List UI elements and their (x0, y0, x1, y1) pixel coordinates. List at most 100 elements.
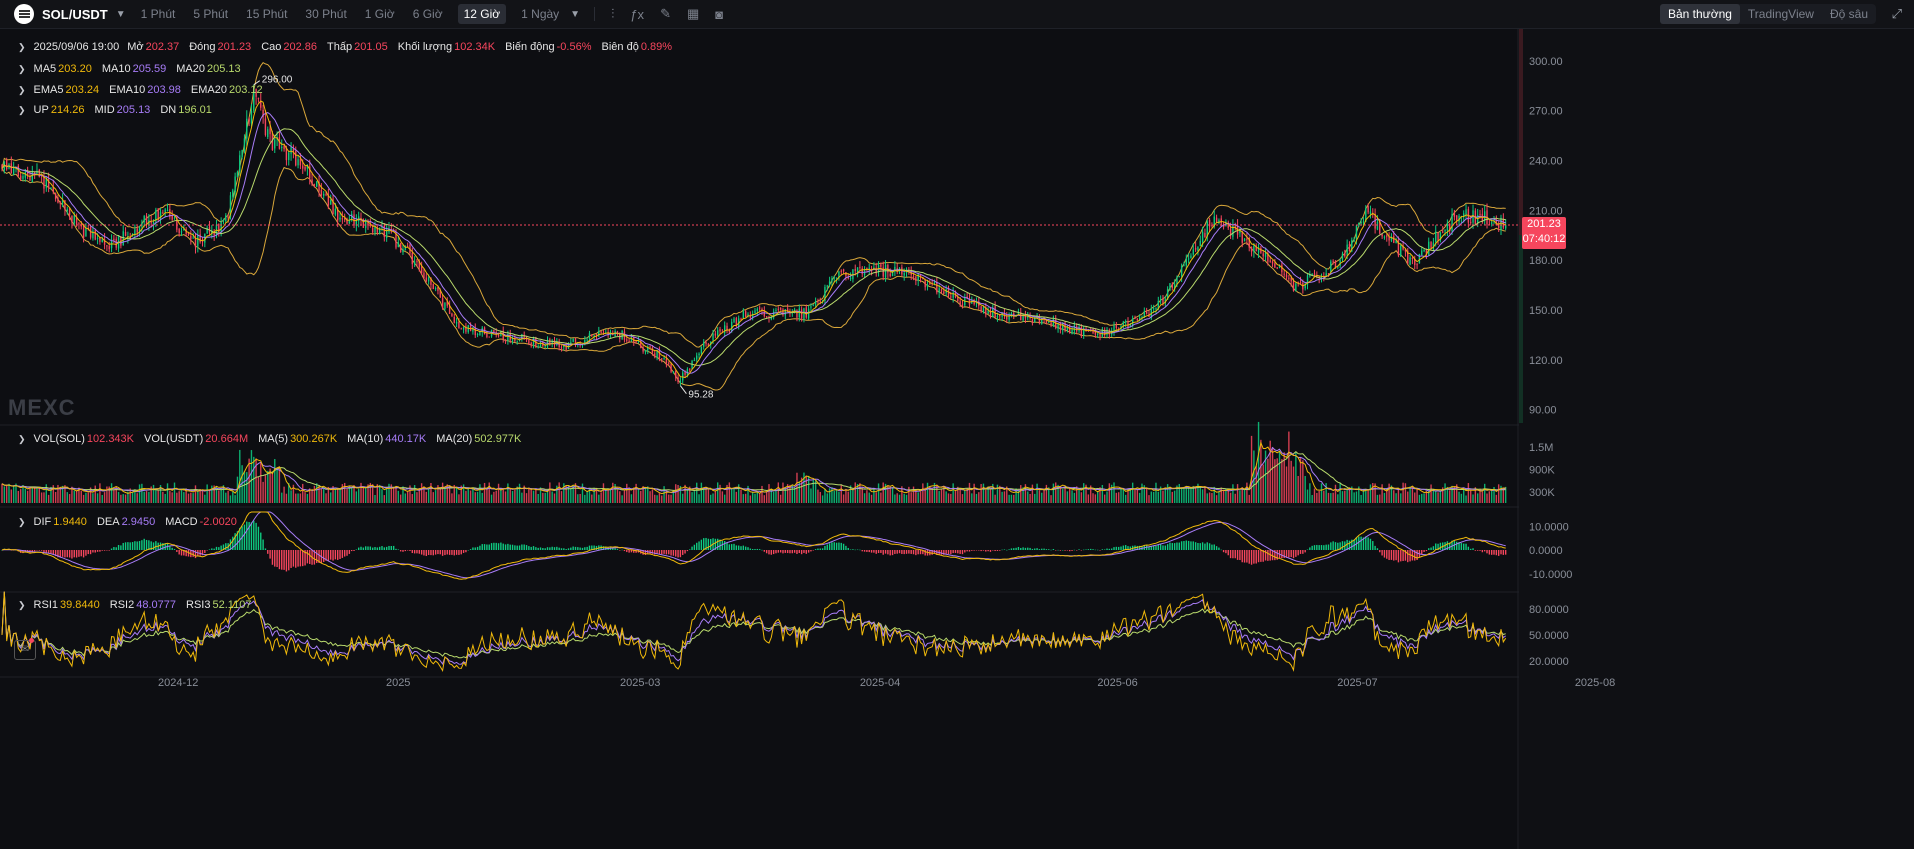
macd-histogram-bar (530, 546, 532, 550)
chat-icon[interactable]: ✉ (14, 640, 36, 660)
macd-histogram-bar (570, 547, 572, 550)
symbol-selector[interactable]: SOL/USDT (42, 7, 108, 22)
macd-histogram-bar (439, 550, 441, 555)
interval-1d[interactable]: 1 Ngày (518, 4, 562, 24)
interval-30m[interactable]: 30 Phút (302, 4, 349, 24)
volume-bar (749, 495, 752, 503)
chevron-down-icon[interactable]: ▼ (116, 9, 126, 20)
macd-histogram-bar (64, 550, 66, 558)
ema5-value: 203.24 (65, 84, 100, 96)
volume-bar (1141, 483, 1143, 503)
volume-bar (1059, 486, 1062, 503)
pencil-icon[interactable]: ✎ (660, 6, 671, 22)
chart-type-icon[interactable]: ⫶ (611, 6, 614, 22)
tab-tradingview[interactable]: TradingView (1740, 4, 1822, 24)
macd-histogram-bar (1325, 544, 1327, 550)
macd-histogram-bar (539, 547, 542, 550)
tab-basic[interactable]: Bản thường (1659, 4, 1740, 24)
volume-bar (793, 487, 796, 503)
interval-1m[interactable]: 1 Phút (138, 4, 179, 24)
volume-bar (1227, 489, 1229, 503)
macd-histogram-bar (1397, 550, 1400, 563)
macd-histogram-bar (793, 550, 796, 553)
volume-bar (381, 489, 383, 503)
interval-5m[interactable]: 5 Phút (190, 4, 231, 24)
candle-body (334, 208, 337, 215)
candle-body (1124, 321, 1127, 323)
interval-1h[interactable]: 1 Giờ (362, 4, 398, 24)
volume-bar (183, 492, 185, 503)
volume-bar (765, 491, 768, 503)
macd-histogram-bar (402, 550, 404, 552)
candle-body (192, 237, 194, 239)
candle-body (698, 353, 700, 356)
volume-bar (304, 492, 306, 503)
layout-grid-icon[interactable]: ▦ (687, 6, 699, 22)
macd-histogram-bar (994, 550, 996, 552)
candle-body (1050, 322, 1052, 325)
candle-body (861, 268, 863, 275)
volume-bar (852, 488, 854, 503)
price-axis-background (1519, 29, 1914, 849)
collapse-icon[interactable]: ❯ (18, 42, 26, 53)
macd-histogram-bar (996, 550, 999, 551)
collapse-icon[interactable]: ❯ (18, 517, 26, 528)
macd-histogram-bar (1031, 548, 1034, 550)
macd-histogram-bar (866, 550, 868, 552)
interval-12h[interactable]: 12 Giờ (457, 4, 507, 24)
collapse-icon[interactable]: ❯ (18, 85, 26, 96)
candle-body (1330, 261, 1332, 273)
macd-histogram-bar (901, 550, 903, 554)
macd-histogram-bar (1311, 545, 1313, 550)
candle-body (1442, 231, 1444, 233)
volume-bar (253, 456, 255, 503)
candle-body (1295, 283, 1297, 292)
interval-6h[interactable]: 6 Giờ (410, 4, 446, 24)
volume-bar (821, 495, 824, 503)
macd-histogram-bar (353, 550, 355, 551)
candle-body (1241, 231, 1243, 243)
volume-bar (1106, 491, 1108, 503)
macd-histogram-bar (1073, 549, 1076, 551)
macd-histogram-bar (1052, 548, 1055, 550)
volume-bar (978, 492, 980, 503)
macd-histogram-bar (269, 550, 271, 559)
macd-histogram-bar (845, 545, 847, 550)
macd-histogram-bar (176, 550, 178, 552)
candle-body (486, 333, 488, 337)
candle-body (845, 272, 847, 277)
volume-bar (973, 483, 975, 503)
collapse-icon[interactable]: ❯ (18, 600, 26, 611)
volume-bar (866, 490, 868, 503)
macd-histogram-bar (975, 550, 978, 551)
collapse-icon[interactable]: ❯ (18, 434, 26, 445)
camera-icon[interactable]: ◙ (715, 7, 723, 22)
volume-bar (73, 490, 75, 503)
interval-dropdown-icon[interactable]: ▼ (570, 9, 580, 20)
fullscreen-icon[interactable]: ⤢ (1892, 6, 1902, 22)
macd-histogram-bar (1055, 550, 1057, 551)
candle-body (803, 308, 805, 320)
macd-histogram-bar (1080, 550, 1083, 551)
volume-bar (180, 489, 183, 503)
collapse-icon[interactable]: ❯ (18, 105, 26, 116)
collapse-icon[interactable]: ❯ (18, 64, 26, 75)
macd-histogram-bar (742, 545, 745, 550)
price-tick-label: 240.00 (1529, 156, 1563, 168)
indicator-fx-icon[interactable]: ƒx (630, 7, 644, 22)
volume-bar (994, 494, 996, 503)
macd-histogram-bar (744, 546, 747, 550)
macd-histogram-bar (427, 550, 430, 555)
macd-histogram-bar (152, 542, 155, 550)
candle-body (950, 296, 952, 298)
macd-histogram-bar (523, 544, 525, 550)
macd-histogram-bar (395, 548, 397, 550)
volume-bar (782, 482, 784, 503)
rsi3-label: RSI3 (186, 599, 211, 611)
macd-histogram-bar (896, 550, 898, 554)
volume-bar (838, 491, 840, 503)
tab-depth[interactable]: Độ sâu (1822, 4, 1876, 24)
volume-bar (3, 486, 6, 503)
volume-bar (761, 485, 763, 503)
interval-15m[interactable]: 15 Phút (243, 4, 290, 24)
